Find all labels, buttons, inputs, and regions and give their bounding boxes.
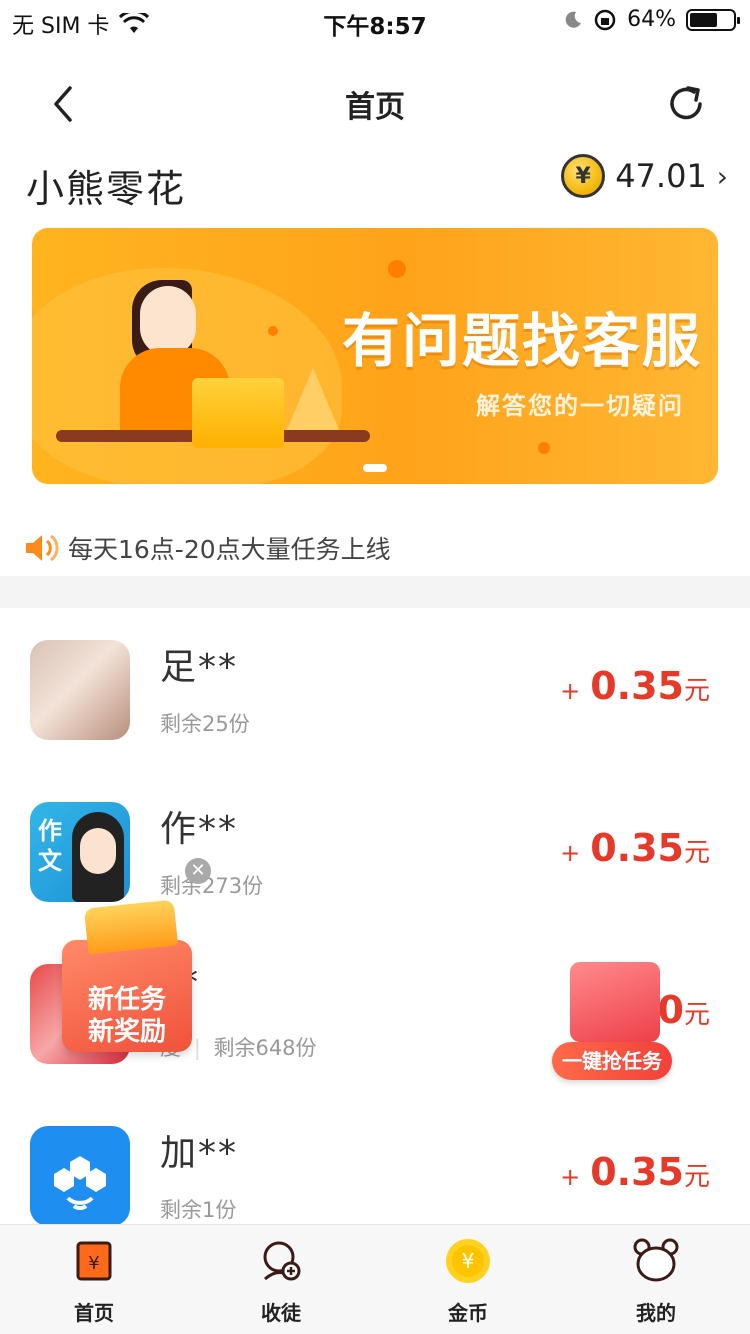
banner-dot [388, 260, 406, 278]
grab-task-button[interactable]: 一键抢任务 [552, 962, 676, 1082]
tab-label: 金币 [448, 1301, 488, 1325]
task-remaining: 剩余25份 [160, 712, 250, 736]
add-user-icon [263, 1241, 301, 1281]
battery-percent: 64% [627, 7, 676, 32]
customer-service-banner[interactable]: 有问题找客服 解答您的一切疑问 [32, 228, 718, 484]
status-right: 64% [563, 7, 740, 32]
carousel-indicator [363, 464, 387, 472]
svg-text:¥: ¥ [88, 1253, 99, 1274]
balance-amount: 47.01 [615, 157, 707, 195]
task-name: 足** [160, 647, 239, 688]
task-name: 作** [160, 809, 239, 850]
speaker-icon [26, 534, 59, 562]
coin-icon: ¥ [446, 1239, 490, 1283]
app-thumbnail: 作文 [30, 802, 130, 902]
close-icon[interactable]: ✕ [185, 858, 211, 884]
task-name: 加** [160, 1133, 239, 1174]
grab-task-label: 一键抢任务 [552, 1042, 672, 1080]
reward-plus: + [560, 677, 581, 705]
reward-unit: 元 [683, 676, 710, 706]
task-remaining: 剩余648份 [213, 1036, 317, 1060]
red-envelope-icon [570, 962, 660, 1042]
coin-balance-button[interactable]: ¥ 47.01 › [561, 154, 728, 198]
reward-plus: + [560, 839, 581, 867]
tab-home[interactable]: ¥ 首页 [34, 1237, 154, 1326]
agent-head [140, 286, 196, 356]
svg-text:¥: ¥ [462, 1249, 475, 1273]
task-reward: + 0.35 元 [560, 1150, 710, 1194]
banner-headline: 有问题找客服 [341, 307, 702, 375]
new-task-line2: 新奖励 [87, 1017, 166, 1047]
task-remaining: 剩余273份 [160, 874, 264, 898]
new-task-text: 新任务 新奖励 [62, 984, 192, 1048]
app-thumbnail [30, 1126, 130, 1226]
status-bar: 无 SIM 卡 下午8:57 64% [0, 0, 750, 40]
gift-lid [83, 899, 179, 955]
banner-dot [268, 326, 278, 336]
bee-icon [54, 1156, 106, 1211]
reward-amount: 0.35 [590, 826, 684, 870]
tab-coins[interactable]: ¥ 金币 [408, 1237, 528, 1326]
rotation-lock-icon [594, 9, 616, 30]
nav-bar: 首页 [0, 60, 750, 148]
tab-bar: ¥ 首页 收徒 ¥ 金币 我的 [0, 1224, 750, 1334]
refresh-icon[interactable] [662, 80, 710, 128]
wallet-icon: ¥ [76, 1241, 112, 1281]
notice-bar: 每天16点-20点大量任务上线 [0, 520, 750, 576]
task-reward: + 0.35 元 [560, 826, 710, 870]
new-task-reward-badge[interactable]: 新任务 新奖励 [62, 899, 196, 1058]
task-remaining: 剩余1份 [160, 1198, 237, 1222]
reward-unit: 元 [683, 1000, 710, 1030]
tab-mine[interactable]: 我的 [596, 1237, 716, 1326]
laptop-icon [192, 378, 284, 448]
app-thumbnail [30, 640, 130, 740]
notice-text: 每天16点-20点大量任务上线 [68, 535, 391, 564]
reward-amount: 0.35 [590, 664, 684, 708]
banner-dot [538, 442, 550, 454]
app-name: 小熊零花 [26, 167, 187, 211]
new-task-line1: 新任务 [87, 985, 166, 1015]
app-header: 小熊零花 ¥ 47.01 › [0, 150, 750, 214]
battery-icon [686, 8, 740, 31]
page-title: 首页 [345, 90, 405, 125]
banner-subline: 解答您的一切疑问 [476, 392, 684, 420]
section-divider [0, 576, 750, 608]
reward-unit: 元 [683, 1162, 710, 1192]
bear-icon [633, 1238, 679, 1282]
task-reward: + 0.35 元 [560, 664, 710, 708]
task-item[interactable]: 足** 剩余25份 + 0.35 元 [0, 608, 750, 770]
chevron-right-icon: › [716, 159, 728, 193]
yuan-coin-icon: ¥ [561, 154, 606, 198]
reward-plus: + [560, 1163, 581, 1191]
tab-label: 我的 [636, 1301, 676, 1325]
tab-label: 首页 [74, 1301, 114, 1325]
tab-apprentice[interactable]: 收徒 [221, 1237, 341, 1326]
moon-icon [565, 11, 582, 28]
reward-unit: 元 [683, 838, 710, 868]
reward-amount: 0.35 [590, 1150, 684, 1194]
tab-label: 收徒 [261, 1301, 301, 1325]
